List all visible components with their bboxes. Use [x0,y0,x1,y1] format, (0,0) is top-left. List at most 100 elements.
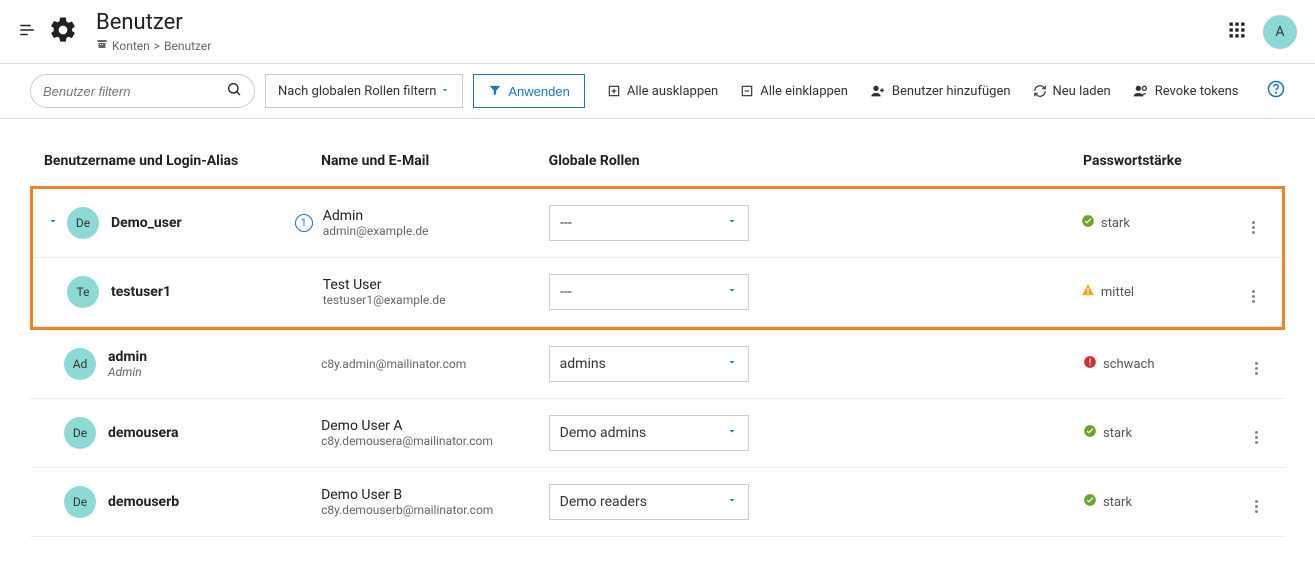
expand-all-label: Alle ausklappen [627,84,718,99]
row-menu-button[interactable] [1241,491,1271,513]
user-cell: Dedemousera [44,417,321,449]
role-select-value: Demo readers [560,494,647,510]
collapse-all-label: Alle einklappen [760,84,848,99]
user-avatar: Te [67,276,99,308]
password-strength-cell: stark [1083,493,1241,511]
apps-icon[interactable] [1227,20,1247,44]
apply-label: Anwenden [508,84,569,99]
check-circle-icon [1083,493,1097,511]
row-menu-button[interactable] [1241,422,1271,444]
user-email: admin@example.de [323,224,549,238]
user-table: Benutzername und Login-Alias Name und E-… [0,119,1315,567]
caret-down-icon [726,284,738,300]
user-display-name: Demo User B [321,487,549,503]
password-strength-label: mittel [1101,285,1134,300]
name-cell: Demo User Ac8y.demousera@mailinator.com [321,418,549,448]
kebab-icon [1255,362,1258,375]
user-cell: De demouserb [44,486,321,518]
password-strength-label: stark [1103,495,1132,510]
name-cell: Test Usertestuser1@example.de [323,277,549,307]
caret-down-icon [726,215,738,231]
apply-button[interactable]: Anwenden [473,74,584,108]
row-menu-button[interactable] [1238,212,1268,234]
check-circle-icon [1081,214,1095,232]
user-avatar: De [64,486,96,518]
password-strength-label: stark [1103,426,1132,441]
add-user-button[interactable]: Benutzer hinzufügen [870,83,1011,99]
avatar[interactable]: A [1263,15,1297,49]
role-select[interactable]: admins [549,346,749,382]
expand-all-button[interactable]: Alle ausklappen [607,84,718,99]
role-select[interactable]: Demo readers [549,484,749,520]
role-filter-label: Nach globalen Rollen filtern [278,84,436,99]
role-cell: admins [549,346,1083,382]
revoke-tokens-label: Revoke tokens [1155,84,1239,99]
role-filter-dropdown[interactable]: Nach globalen Rollen filtern [265,74,463,108]
kebab-icon [1255,500,1258,513]
role-select[interactable]: --- [549,274,749,310]
toolbar: Nach globalen Rollen filtern Anwenden Al… [0,64,1315,119]
password-strength-cell: schwach [1083,355,1241,373]
caret-down-icon [440,84,450,99]
col-header-user: Benutzername und Login-Alias [44,153,321,169]
table-row[interactable]: DedemouseraDemo User Ac8y.demousera@mail… [30,399,1285,468]
role-cell: Demo readers [549,484,1083,520]
user-avatar: De [67,207,99,239]
reload-button[interactable]: Neu laden [1033,84,1111,99]
error-circle-icon [1083,355,1097,373]
breadcrumb: Konten > Benutzer [96,38,211,53]
revoke-tokens-button[interactable]: Revoke tokens [1133,83,1239,99]
filter-icon [488,83,502,100]
user-email: testuser1@example.de [323,293,549,307]
breadcrumb-root[interactable]: Konten [112,39,150,53]
row-menu-button[interactable] [1241,353,1271,375]
role-select-value: admins [560,356,606,372]
col-header-pwd: Passwortstärke [1083,153,1241,169]
role-select-value: --- [560,215,572,231]
username: demousera [108,425,178,441]
login-alias: Admin [108,365,147,379]
password-strength-cell: mittel [1081,283,1239,301]
user-display-name: Demo User A [321,418,549,434]
role-select[interactable]: --- [549,205,749,241]
caret-down-icon [726,494,738,510]
user-display-name: Test User [323,277,549,293]
role-select[interactable]: Demo admins [549,415,749,451]
filter-input-wrap[interactable] [30,74,255,108]
user-display-name: Admin [323,208,549,224]
name-cell: Adminadmin@example.de [323,208,549,238]
user-avatar: Ad [64,348,96,380]
user-cell: Te testuser1 [47,276,323,308]
expand-chevron-icon[interactable] [47,215,67,231]
username: demouserb [108,494,179,510]
username: testuser1 [111,284,171,300]
menu-icon[interactable] [18,21,36,43]
info-badge[interactable]: 1 [295,214,313,232]
accounts-icon [96,38,108,53]
password-strength-cell: stark [1083,424,1241,442]
table-row[interactable]: DedemouserbDemo User Bc8y.demouserb@mail… [30,468,1285,537]
caret-down-icon [726,425,738,441]
table-header: Benutzername und Login-Alias Name und E-… [30,131,1285,188]
role-select-value: --- [560,284,572,300]
password-strength-cell: stark [1081,214,1239,232]
collapse-all-button[interactable]: Alle einklappen [740,84,848,99]
filter-input[interactable] [43,84,226,99]
kebab-icon [1252,221,1255,234]
table-row[interactable]: AdadminAdmin c8y.admin@mailinator.com admi… [30,330,1285,399]
table-row[interactable]: Te testuser1 Test Usertestuser1@example.de… [33,258,1282,327]
table-row[interactable]: DeDemo_user1Adminadmin@example.de---star… [33,189,1282,258]
user-email: c8y.admin@mailinator.com [321,357,549,371]
help-icon[interactable] [1267,80,1285,102]
search-icon[interactable] [226,81,242,101]
password-strength-label: stark [1101,216,1130,231]
reload-label: Neu laden [1053,84,1111,99]
breadcrumb-sep: > [154,39,160,53]
user-email: c8y.demousera@mailinator.com [321,434,549,448]
check-circle-icon [1083,424,1097,442]
row-menu-button[interactable] [1238,281,1268,303]
caret-down-icon [726,356,738,372]
username: admin [108,349,147,365]
header: Benutzer Konten > Benutzer A [0,0,1315,64]
name-cell: c8y.admin@mailinator.com [321,357,549,371]
